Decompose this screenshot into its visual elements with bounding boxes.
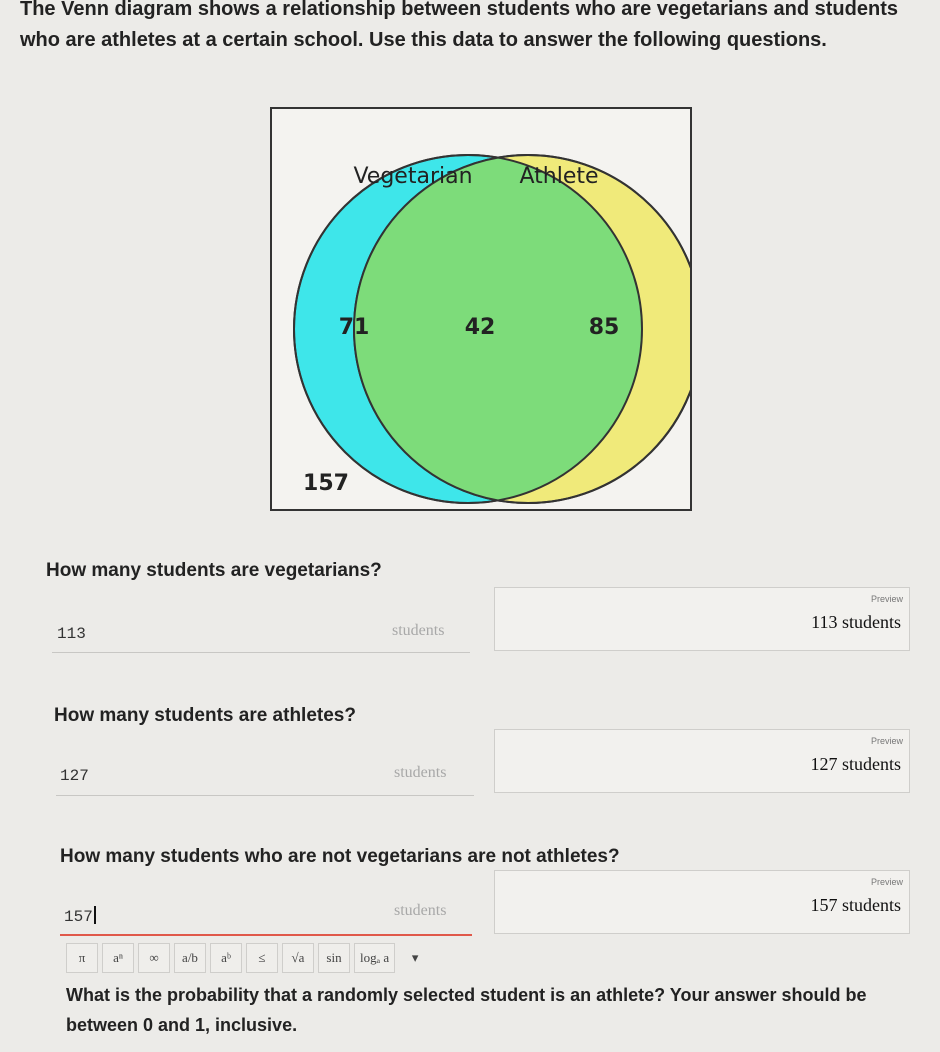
less-equal-button[interactable]: ≤ (246, 943, 278, 973)
preview-unit: students (841, 754, 901, 774)
preview-label: Preview (870, 594, 903, 604)
pi-button[interactable]: π (66, 943, 98, 973)
infinity-button[interactable]: ∞ (138, 943, 170, 973)
athlete-label: Athlete (519, 164, 598, 189)
question-2-underline (56, 795, 474, 796)
sqrt-button[interactable]: √a (282, 943, 314, 973)
question-3-underline-active (60, 934, 472, 936)
preview-unit: students (841, 612, 901, 632)
vegetarian-label: Vegetarian (353, 164, 472, 189)
answer-value: 157 (64, 908, 93, 926)
question-2-preview: Preview 127 students (494, 729, 910, 793)
preview-value: 127 students (810, 754, 901, 775)
more-dropdown-icon[interactable]: ▾ (399, 943, 431, 973)
question-2-unit: students (394, 764, 447, 781)
question-1-preview: Preview 113 students (494, 587, 910, 651)
question-4-text: What is the probability that a randomly … (66, 985, 867, 1035)
math-toolbar: π aⁿ ∞ a/b aᵇ ≤ √a sin logₐ a ▾ (66, 942, 431, 974)
question-1-underline (52, 652, 470, 653)
text-cursor (93, 906, 96, 924)
preview-value: 157 students (810, 895, 901, 916)
question-1-text: How many students are vegetarians? (46, 560, 382, 581)
both-count: 42 (465, 315, 496, 340)
question-1-answer-input[interactable]: 113 (57, 625, 86, 643)
question-2-answer-input[interactable]: 127 (60, 767, 89, 785)
venn-diagram: Vegetarian Athlete 71 42 85 (270, 107, 692, 511)
preview-number: 157 (810, 895, 838, 915)
sin-button[interactable]: sin (318, 943, 350, 973)
question-3-answer-input[interactable]: 157 (64, 906, 96, 926)
preview-value: 113 students (811, 612, 901, 633)
question-3-unit: students (394, 902, 447, 919)
venn-svg: Vegetarian Athlete 71 42 85 (293, 154, 690, 504)
question-3-preview: Preview 157 students (494, 870, 910, 934)
only-athlete-count: 85 (589, 315, 620, 340)
question-3-text: How many students who are not vegetarian… (60, 846, 620, 867)
preview-label: Preview (870, 877, 903, 887)
preview-number: 113 (811, 612, 838, 632)
log-button[interactable]: logₐ a (354, 943, 396, 973)
preview-label: Preview (870, 736, 903, 746)
problem-intro: The Venn diagram shows a relationship be… (20, 0, 898, 51)
power-button[interactable]: aᵇ (210, 943, 242, 973)
question-1-unit: students (392, 622, 445, 639)
fraction-button[interactable]: a/b (174, 943, 206, 973)
preview-unit: students (841, 895, 901, 915)
question-2-text: How many students are athletes? (54, 705, 356, 726)
exponent-button[interactable]: aⁿ (102, 943, 134, 973)
preview-number: 127 (810, 754, 838, 774)
only-vegetarian-count: 71 (339, 315, 370, 340)
